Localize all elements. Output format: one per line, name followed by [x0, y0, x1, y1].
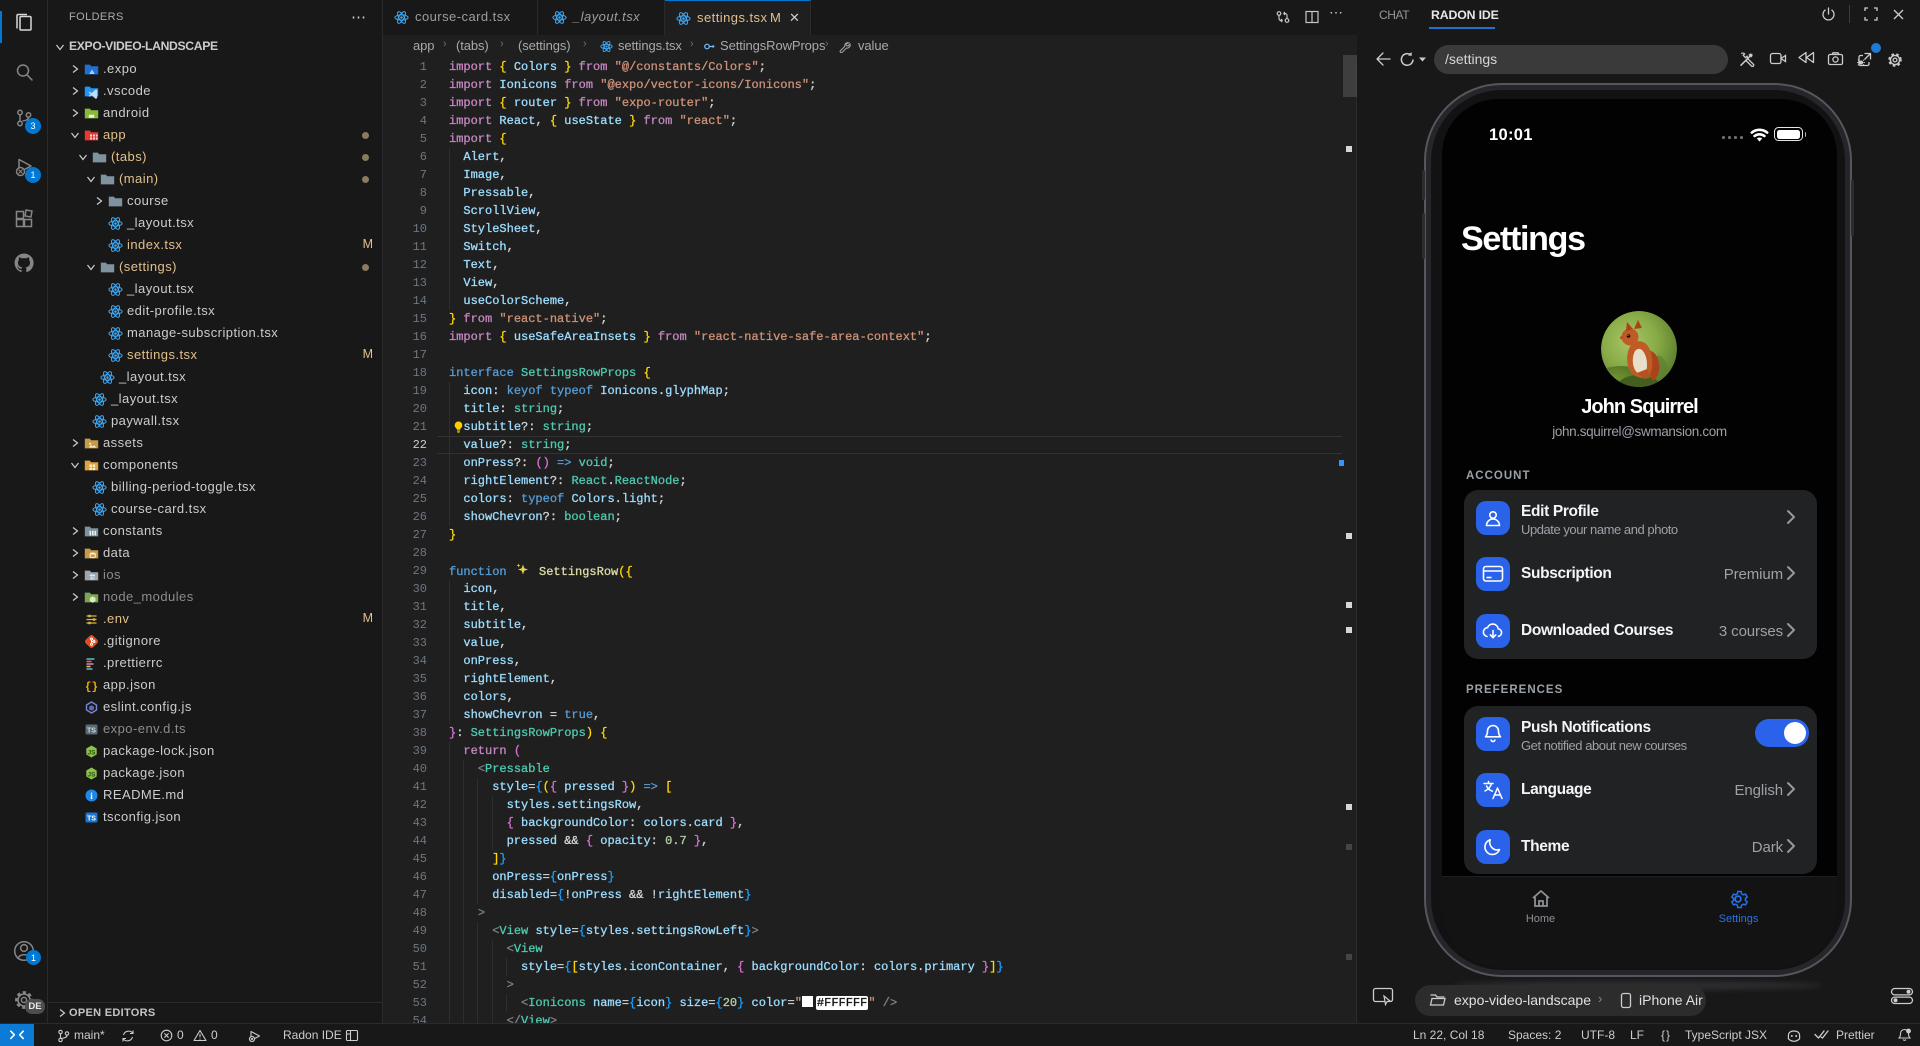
svg-text:JS: JS [88, 749, 97, 756]
svg-text:JS: JS [88, 771, 97, 778]
svg-text:{}: {} [85, 681, 98, 693]
svg-text:iOS: iOS [89, 575, 96, 579]
svg-text:TS: TS [87, 727, 96, 734]
svg-text:TS: TS [87, 815, 96, 822]
